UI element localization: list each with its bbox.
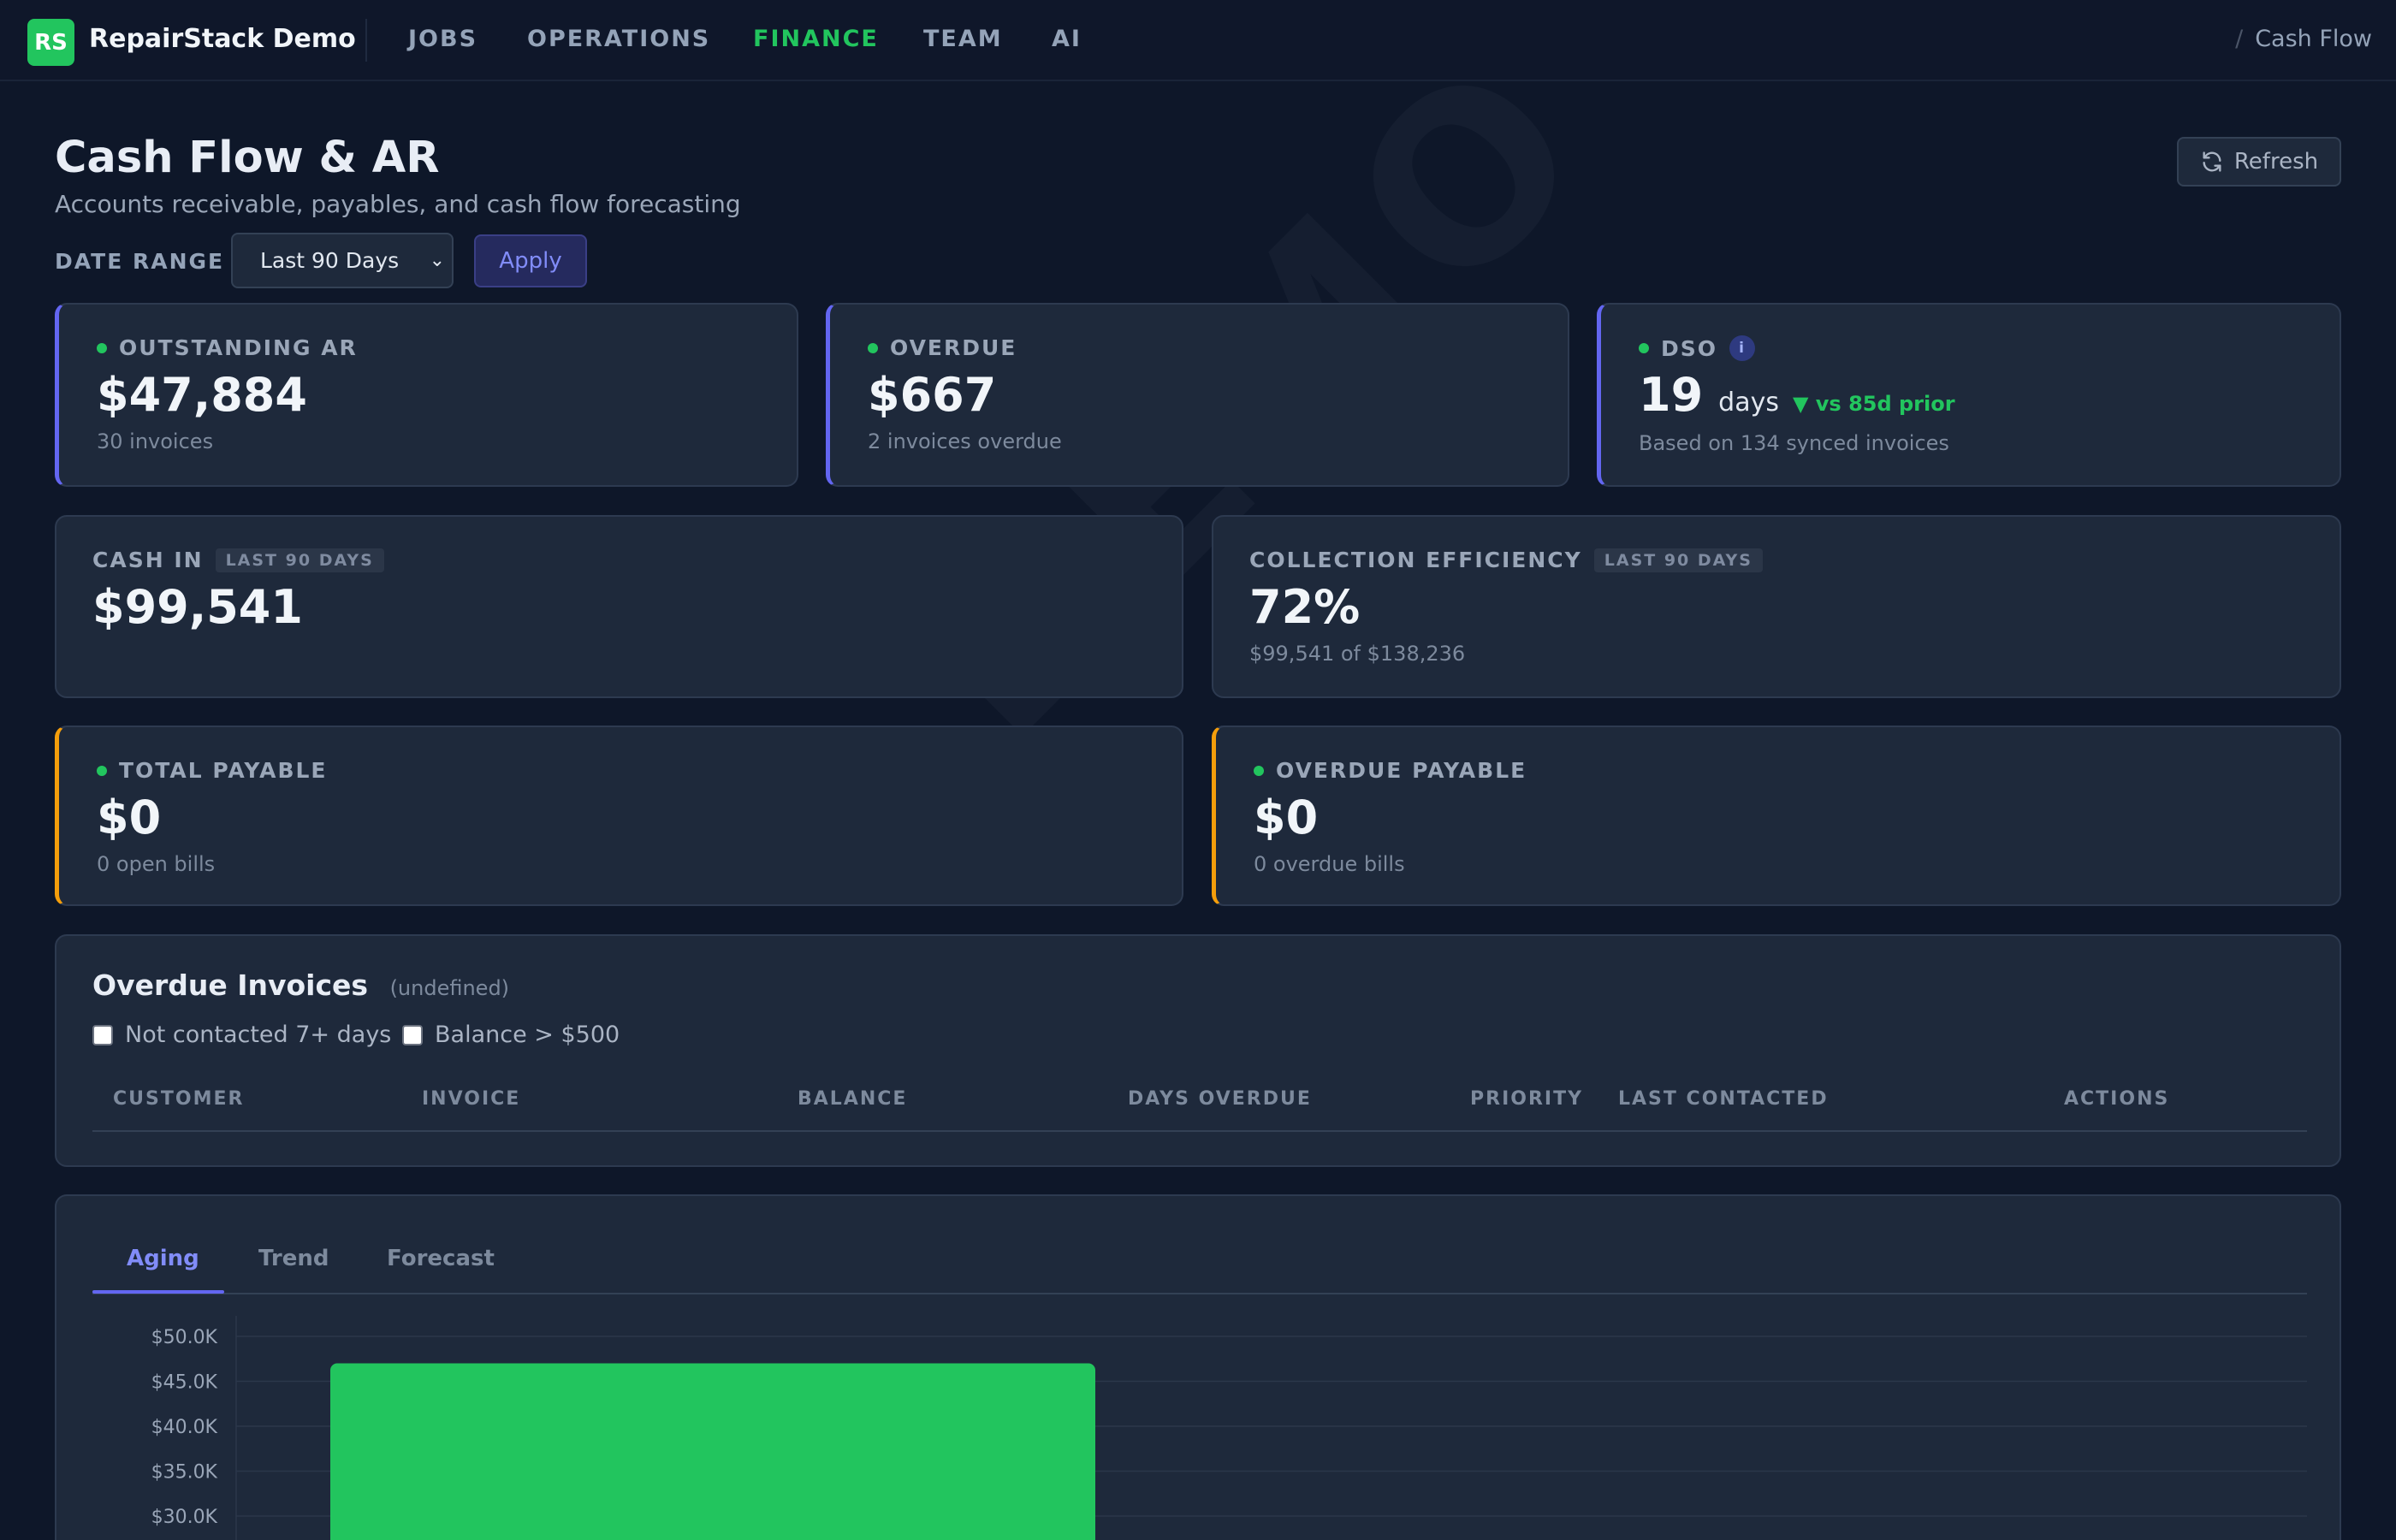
breadcrumb-current: Cash Flow	[2255, 26, 2372, 52]
kpi-subtext: Based on 134 synced invoices	[1639, 431, 1949, 455]
top-nav-bar: RS RepairStack Demo JOBS OPERATIONS FINA…	[0, 0, 2396, 81]
kpi-label-text: OVERDUE	[890, 335, 1017, 360]
nav-item-ai[interactable]: AI	[1052, 26, 1082, 52]
nav-item-team[interactable]: TEAM	[923, 26, 1003, 52]
kpi-label: DSO i	[1639, 335, 1756, 361]
kpi-label: TOTAL PAYABLE	[97, 758, 328, 783]
kpi-value: $667	[868, 368, 997, 422]
kpi-value: 19 days ▼ vs 85d prior	[1639, 368, 1955, 422]
apply-button[interactable]: Apply	[474, 234, 587, 287]
active-tab-indicator	[92, 1290, 224, 1294]
tab-trend[interactable]: Trend	[258, 1246, 329, 1271]
kpi-label-text: COLLECTION EFFICIENCY	[1249, 548, 1582, 572]
panel-title-text: Overdue Invoices	[92, 968, 369, 1002]
period-tag: LAST 90 DAYS	[215, 548, 384, 572]
status-dot-icon	[1254, 765, 1264, 776]
kpi-value: $0	[1254, 791, 1319, 844]
status-dot-icon	[1639, 343, 1649, 353]
y-tick-label: $40.0K	[151, 1417, 218, 1438]
panel-title-count: (undefined)	[389, 976, 510, 1000]
column-header-balance[interactable]: BALANCE	[798, 1088, 907, 1110]
kpi-label-text: OVERDUE PAYABLE	[1276, 758, 1527, 783]
dso-delta: ▼ vs 85d prior	[1792, 392, 1955, 416]
kpi-label-text: DSO	[1661, 335, 1718, 361]
brand-name[interactable]: RepairStack Demo	[89, 24, 356, 54]
status-dot-icon	[868, 342, 878, 353]
column-header-last-contacted[interactable]: LAST CONTACTED	[1618, 1088, 1829, 1110]
nav-item-operations[interactable]: OPERATIONS	[527, 26, 710, 52]
tab-aging[interactable]: Aging	[127, 1246, 199, 1271]
chevron-down-icon: ⌄	[429, 250, 445, 271]
kpi-card-outstanding-ar: OUTSTANDING AR $47,884 30 invoices	[55, 303, 798, 487]
kpi-value: $99,541	[92, 580, 303, 634]
date-range-value: Last 90 Days	[260, 248, 400, 273]
y-tick-label: $35.0K	[151, 1462, 218, 1484]
kpi-card-collection-efficiency: COLLECTION EFFICIENCY LAST 90 DAYS 72% $…	[1212, 515, 2341, 698]
y-tick-label: $50.0K	[151, 1327, 218, 1348]
nav-divider	[365, 19, 367, 62]
status-dot-icon	[97, 765, 107, 776]
panel-title: Overdue Invoices (undefined)	[92, 968, 509, 1002]
breadcrumb: / Cash Flow	[2235, 26, 2372, 52]
kpi-value: $47,884	[97, 368, 307, 422]
app-logo[interactable]: RS	[27, 19, 74, 66]
tab-forecast[interactable]: Forecast	[387, 1246, 495, 1271]
tab-divider	[92, 1293, 2307, 1294]
nav-item-jobs[interactable]: JOBS	[408, 26, 477, 52]
kpi-subtext: $99,541 of $138,236	[1249, 642, 1466, 666]
column-header-actions: ACTIONS	[2064, 1088, 2170, 1110]
status-dot-icon	[97, 342, 107, 353]
refresh-label: Refresh	[2233, 149, 2319, 175]
kpi-label: OVERDUE PAYABLE	[1254, 758, 1527, 783]
page-subtitle: Accounts receivable, payables, and cash …	[55, 190, 741, 218]
kpi-subtext: 0 open bills	[97, 852, 216, 876]
column-header-priority[interactable]: PRIORITY	[1470, 1088, 1583, 1110]
kpi-value: 72%	[1249, 580, 1361, 634]
kpi-card-overdue-payable: OVERDUE PAYABLE $0 0 overdue bills	[1212, 726, 2341, 906]
kpi-label-text: OUTSTANDING AR	[119, 335, 358, 360]
breadcrumb-separator: /	[2235, 26, 2244, 52]
checkbox-icon[interactable]	[402, 1024, 423, 1045]
refresh-icon	[2203, 151, 2221, 172]
aging-chart: $50.0K $45.0K $40.0K $35.0K $30.0K	[151, 1316, 2307, 1540]
column-header-days-overdue[interactable]: DAYS OVERDUE	[1128, 1088, 1312, 1110]
date-range-label: DATE RANGE	[55, 249, 225, 274]
kpi-card-total-payable: TOTAL PAYABLE $0 0 open bills	[55, 726, 1183, 906]
kpi-subtext: 2 invoices overdue	[868, 429, 1062, 453]
nav-item-finance[interactable]: FINANCE	[753, 26, 879, 52]
info-icon[interactable]: i	[1729, 335, 1756, 361]
kpi-subtext: 0 overdue bills	[1254, 852, 1405, 876]
kpi-card-cash-in: CASH IN LAST 90 DAYS $99,541	[55, 515, 1183, 698]
checkbox-label: Not contacted 7+ days	[125, 1022, 392, 1048]
y-tick-label: $30.0K	[151, 1507, 218, 1528]
kpi-card-overdue: OVERDUE $667 2 invoices overdue	[826, 303, 1569, 487]
column-header-customer[interactable]: CUSTOMER	[113, 1088, 244, 1110]
kpi-subtext: 30 invoices	[97, 429, 214, 453]
checkbox-icon[interactable]	[92, 1024, 113, 1045]
filter-not-contacted-checkbox[interactable]: Not contacted 7+ days	[92, 1022, 391, 1048]
kpi-label-text: CASH IN	[92, 548, 204, 572]
y-tick-label: $45.0K	[151, 1372, 218, 1394]
column-header-invoice[interactable]: INVOICE	[422, 1088, 520, 1110]
checkbox-label: Balance > $500	[435, 1022, 620, 1048]
kpi-label: OUTSTANDING AR	[97, 335, 358, 360]
table-header-divider	[92, 1130, 2307, 1132]
kpi-label: CASH IN LAST 90 DAYS	[92, 548, 384, 572]
dso-number: 19	[1639, 368, 1704, 422]
kpi-label-text: TOTAL PAYABLE	[119, 758, 328, 783]
filter-balance-checkbox[interactable]: Balance > $500	[402, 1022, 620, 1048]
overdue-invoices-panel: Overdue Invoices (undefined) Not contact…	[55, 934, 2341, 1167]
period-tag: LAST 90 DAYS	[1593, 548, 1763, 572]
kpi-label: OVERDUE	[868, 335, 1017, 360]
kpi-label: COLLECTION EFFICIENCY LAST 90 DAYS	[1249, 548, 1763, 572]
chart-panel: Aging Trend Forecast $50.0K $45.0K $40.0K $…	[55, 1194, 2341, 1540]
kpi-card-dso: DSO i 19 days ▼ vs 85d prior Based on 13…	[1597, 303, 2341, 487]
chart-bar[interactable]	[330, 1363, 1095, 1540]
dso-unit: days	[1718, 388, 1779, 418]
date-range-select[interactable]: Last 90 Days ⌄	[231, 233, 454, 288]
kpi-value: $0	[97, 791, 162, 844]
refresh-button[interactable]: Refresh	[2177, 137, 2341, 187]
page-title: Cash Flow & AR	[55, 133, 440, 183]
